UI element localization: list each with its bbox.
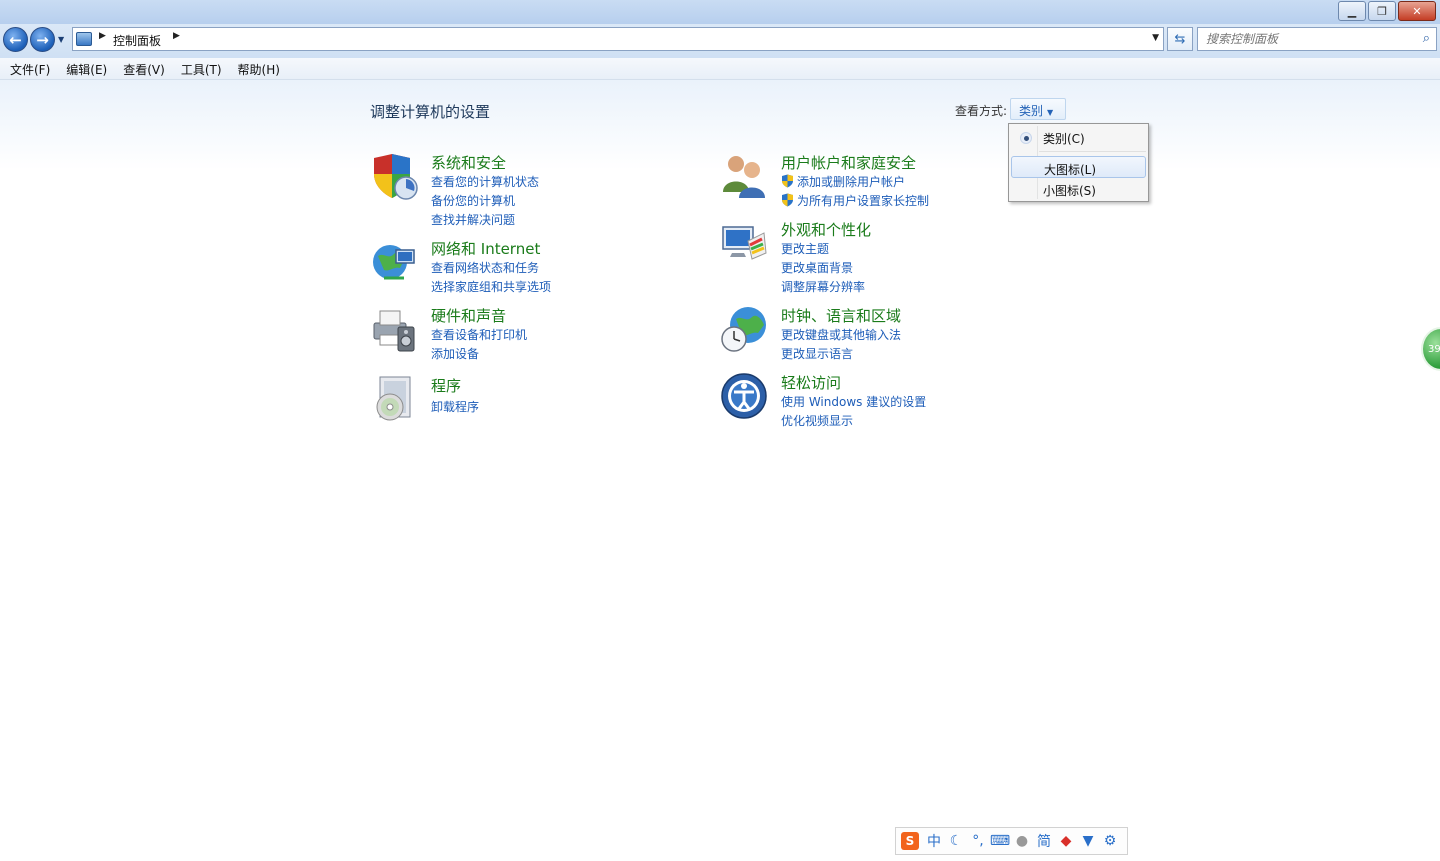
back-button[interactable]: ← <box>3 27 28 52</box>
link-troubleshoot[interactable]: 查找并解决问题 <box>431 211 515 228</box>
category-title[interactable]: 外观和个性化 <box>781 219 871 240</box>
ime-script-toggle[interactable]: 简 <box>1033 831 1055 851</box>
menu-view[interactable]: 查看(V) <box>117 58 171 79</box>
link-text: 添加或删除用户帐户 <box>797 175 906 189</box>
ime-logo-icon[interactable]: S <box>901 832 919 850</box>
link-backup-computer[interactable]: 备份您的计算机 <box>431 192 515 209</box>
link-view-computer-status[interactable]: 查看您的计算机状态 <box>431 173 539 190</box>
category-title[interactable]: 硬件和声音 <box>431 305 506 326</box>
chevron-down-icon: ▼ <box>1047 108 1054 117</box>
menu-tools[interactable]: 工具(T) <box>175 58 228 79</box>
page-title: 调整计算机的设置 <box>370 103 491 121</box>
search-input[interactable] <box>1198 28 1408 50</box>
menu-help[interactable]: 帮助(H) <box>232 58 286 79</box>
view-by-value: 类别 <box>1019 104 1044 118</box>
link-recommended-settings[interactable]: 使用 Windows 建议的设置 <box>781 393 926 410</box>
keyboard-icon[interactable]: ⌨ <box>989 831 1011 851</box>
gear-icon[interactable]: ⚙ <box>1099 831 1121 851</box>
breadcrumb-chevron-icon[interactable]: ▶ <box>99 31 106 41</box>
shirt-icon[interactable]: ▼ <box>1077 831 1099 851</box>
view-by-label: 查看方式: <box>955 104 1008 118</box>
menu-item-label: 类别(C) <box>1043 132 1085 146</box>
radio-selected-icon <box>1020 132 1032 144</box>
search-box[interactable]: ⌕ <box>1197 27 1437 51</box>
close-button[interactable]: ✕ <box>1398 1 1436 21</box>
view-by-menu: 类别(C) 大图标(L) 小图标(S) <box>1008 123 1149 202</box>
restore-button[interactable]: ❐ <box>1368 1 1396 21</box>
user-icon[interactable]: ● <box>1011 831 1033 851</box>
category-title[interactable]: 时钟、语言和区域 <box>781 305 901 326</box>
menu-item-large-icons[interactable]: 大图标(L) <box>1011 156 1146 178</box>
navigation-bar: ← → ▼ ▶ 控制面板 ▶ ▼ ⇆ ⌕ <box>0 24 1440 58</box>
category-title[interactable]: 用户帐户和家庭安全 <box>781 152 916 173</box>
address-history-dropdown-icon[interactable]: ▼ <box>1152 33 1159 43</box>
programs-disc-icon <box>376 376 411 421</box>
minimize-button[interactable]: ▁ <box>1338 1 1366 21</box>
menu-item-category[interactable]: 类别(C) <box>1011 126 1146 148</box>
link-devices-printers[interactable]: 查看设备和打印机 <box>431 326 527 343</box>
link-keyboard-input[interactable]: 更改键盘或其他输入法 <box>781 326 901 343</box>
link-change-theme[interactable]: 更改主题 <box>781 240 829 257</box>
link-add-remove-accounts[interactable]: 添加或删除用户帐户 <box>781 173 905 190</box>
refresh-icon: ⇆ <box>1174 31 1186 47</box>
menu-item-label: 小图标(S) <box>1043 184 1096 198</box>
users-icon <box>723 156 765 198</box>
link-screen-resolution[interactable]: 调整屏幕分辨率 <box>781 278 865 295</box>
category-title[interactable]: 轻松访问 <box>781 372 841 393</box>
network-globe-icon <box>373 245 415 280</box>
menu-separator <box>1039 151 1146 152</box>
clock-globe-icon <box>721 307 766 352</box>
shield-icon <box>374 154 418 200</box>
forward-arrow-icon: → <box>36 30 49 49</box>
breadcrumb-control-panel[interactable]: 控制面板 <box>113 32 161 49</box>
category-title[interactable]: 程序 <box>431 375 461 396</box>
menu-file[interactable]: 文件(F) <box>4 58 56 79</box>
link-display-language[interactable]: 更改显示语言 <box>781 345 853 362</box>
punctuation-icon[interactable]: °, <box>967 831 989 851</box>
menu-item-label: 大图标(L) <box>1044 163 1097 177</box>
back-arrow-icon: ← <box>9 30 22 49</box>
recent-pages-dropdown[interactable]: ▼ <box>58 35 64 44</box>
category-title[interactable]: 系统和安全 <box>431 152 506 173</box>
link-desktop-background[interactable]: 更改桌面背景 <box>781 259 853 276</box>
floating-widget-count: 39 <box>1428 344 1440 355</box>
control-panel-icon <box>76 32 92 46</box>
category-title[interactable]: 网络和 Internet <box>431 238 540 259</box>
link-optimize-display[interactable]: 优化视频显示 <box>781 412 853 429</box>
appearance-monitor-icon <box>722 226 767 260</box>
link-uninstall-program[interactable]: 卸载程序 <box>431 398 479 415</box>
breadcrumb-chevron-icon[interactable]: ▶ <box>173 31 180 41</box>
ime-toolbar: S 中 ☾ °, ⌨ ● 简 ◆ ▼ ⚙ <box>895 827 1128 855</box>
view-by-button[interactable]: 类别 ▼ <box>1010 98 1066 120</box>
ime-mode-toggle[interactable]: 中 <box>923 831 945 851</box>
menu-item-small-icons[interactable]: 小图标(S) <box>1011 178 1146 200</box>
moon-icon[interactable]: ☾ <box>945 831 967 851</box>
uac-shield-icon <box>782 174 793 188</box>
skin-icon[interactable]: ◆ <box>1055 831 1077 851</box>
menu-edit[interactable]: 编辑(E) <box>60 58 113 79</box>
refresh-button[interactable]: ⇆ <box>1167 27 1193 51</box>
ease-of-access-icon <box>721 373 767 419</box>
window-controls: ▁ ❐ ✕ <box>1336 1 1436 21</box>
search-icon[interactable]: ⌕ <box>1423 31 1430 46</box>
link-text: 为所有用户设置家长控制 <box>797 194 930 208</box>
menu-bar: 文件(F) 编辑(E) 查看(V) 工具(T) 帮助(H) <box>0 58 1440 80</box>
uac-shield-icon <box>782 193 793 207</box>
link-parental-controls[interactable]: 为所有用户设置家长控制 <box>781 192 929 209</box>
printer-speaker-icon <box>373 310 415 352</box>
link-network-status[interactable]: 查看网络状态和任务 <box>431 259 539 276</box>
address-bar[interactable]: ▶ 控制面板 ▶ ▼ <box>72 27 1164 51</box>
link-homegroup-sharing[interactable]: 选择家庭组和共享选项 <box>431 278 551 295</box>
title-bar: ▁ ❐ ✕ <box>0 0 1440 24</box>
link-add-device[interactable]: 添加设备 <box>431 345 479 362</box>
forward-button[interactable]: → <box>30 27 55 52</box>
